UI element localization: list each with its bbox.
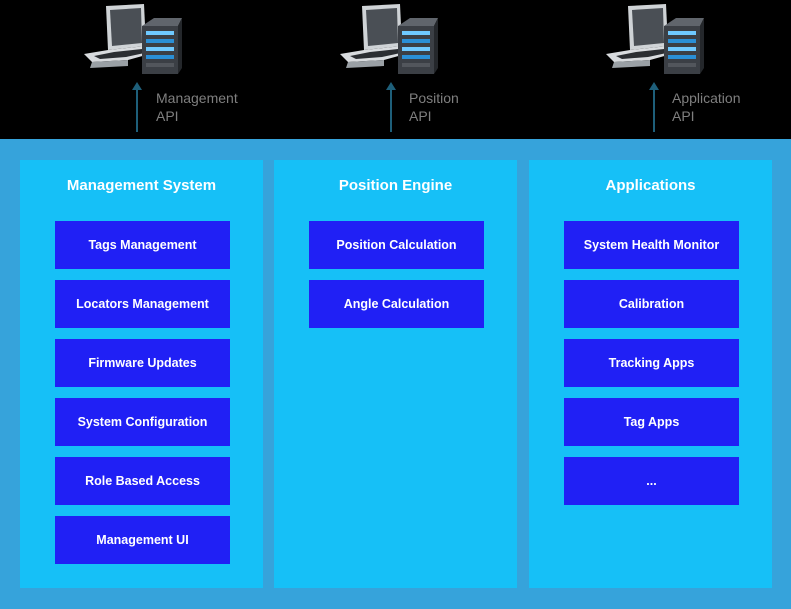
api-label-line2: API: [672, 108, 695, 124]
module-box: Angle Calculation: [309, 280, 484, 328]
module-box: Calibration: [564, 280, 739, 328]
api-label-line1: Management: [156, 90, 238, 106]
api-band: Management API Position API Application …: [0, 0, 791, 139]
laptop-server-icon: [84, 4, 182, 74]
api-label-line1: Application: [672, 90, 741, 106]
module-box: Management UI: [55, 516, 230, 564]
module-box: System Health Monitor: [564, 221, 739, 269]
module-box: Role Based Access: [55, 457, 230, 505]
api-label: Application API: [672, 89, 782, 125]
api-group-position: Position API: [340, 0, 540, 139]
module-box: Locators Management: [55, 280, 230, 328]
column-title: Position Engine: [338, 177, 453, 194]
column-title: Applications: [605, 177, 696, 194]
laptop-server-icon: [340, 4, 438, 74]
module-box: Tag Apps: [564, 398, 739, 446]
api-label-line2: API: [156, 108, 179, 124]
arrow-up-icon: [649, 82, 659, 132]
module-box: Tracking Apps: [564, 339, 739, 387]
laptop-server-icon: [606, 4, 704, 74]
column-applications: Applications System Health Monitor Calib…: [529, 160, 772, 588]
arrow-up-icon: [386, 82, 396, 132]
module-box: System Configuration: [55, 398, 230, 446]
column-management-system: Management System Tags Management Locato…: [20, 160, 263, 588]
arrow-up-icon: [132, 82, 142, 132]
api-label-line2: API: [409, 108, 432, 124]
module-box: Tags Management: [55, 221, 230, 269]
api-group-application: Application API: [606, 0, 791, 139]
module-box: Position Calculation: [309, 221, 484, 269]
api-label: Management API: [156, 89, 266, 125]
api-label: Position API: [409, 89, 519, 125]
api-group-management: Management API: [84, 0, 284, 139]
api-label-line1: Position: [409, 90, 459, 106]
column-position-engine: Position Engine Position Calculation Ang…: [274, 160, 517, 588]
column-title: Management System: [66, 177, 217, 194]
module-box: ...: [564, 457, 739, 505]
module-box: Firmware Updates: [55, 339, 230, 387]
